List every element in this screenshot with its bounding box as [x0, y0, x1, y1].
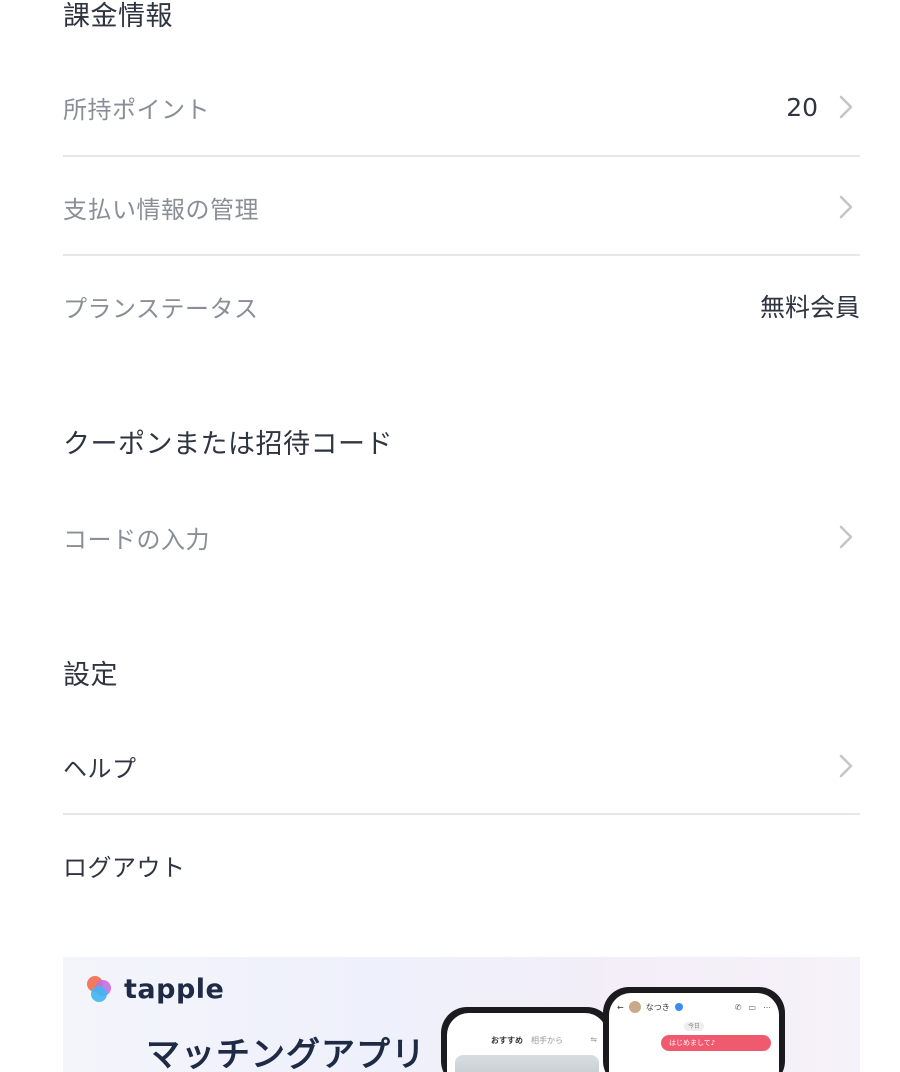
profile-card: [455, 1055, 599, 1072]
banner-headline: マッチングアプリ: [146, 1035, 426, 1072]
chat-partner-name: なつき: [645, 1002, 670, 1012]
plan-status-value: 無料会員: [759, 293, 860, 322]
phone-mockup-discover: おすすめ 相手から ⇋: [441, 1007, 613, 1072]
filter-icon: ⇋: [590, 1035, 597, 1044]
chevron-right-icon: [832, 523, 860, 551]
avatar: [628, 1001, 641, 1013]
video-call-icon: ▭: [748, 1002, 756, 1012]
help-row[interactable]: ヘルプ: [63, 716, 860, 816]
points-label: 所持ポイント: [63, 95, 210, 124]
tapple-logo: tapple: [84, 973, 224, 1005]
tapple-banner[interactable]: tapple マッチングアプリ おすすめ 相手から ⇋ ← なつき ✆ ▭ ⋯: [63, 957, 860, 1072]
points-value: 20: [786, 92, 818, 122]
tapple-brand-text: tapple: [124, 973, 225, 1005]
phone-tab-recommended: おすすめ: [491, 1036, 523, 1045]
phone-tab-from-others: 相手から: [531, 1036, 563, 1045]
code-input-label: コードの入力: [63, 525, 210, 554]
chat-bubble: はじめまして♪: [661, 1035, 771, 1051]
more-icon: ⋯: [763, 1002, 771, 1012]
chevron-right-icon: [832, 193, 860, 221]
code-input-row[interactable]: コードの入力: [63, 487, 860, 587]
points-row[interactable]: 所持ポイント 20: [63, 57, 860, 157]
verified-icon: [674, 1003, 683, 1011]
logout-row[interactable]: ログアウト: [63, 815, 860, 915]
help-label: ヘルプ: [63, 754, 137, 783]
chevron-right-icon: [832, 752, 860, 780]
phone-mockup-chat: ← なつき ✆ ▭ ⋯ 今日 はじめまして♪: [603, 987, 785, 1072]
coupon-section-title: クーポンまたは招待コード: [63, 429, 393, 460]
logout-label: ログアウト: [63, 853, 186, 882]
chevron-right-icon: [832, 93, 860, 121]
plan-status-row: プランステータス 無料会員: [63, 256, 860, 356]
chat-date: 今日: [683, 1022, 704, 1031]
plan-status-label: プランステータス: [63, 294, 259, 323]
phone-call-icon: ✆: [734, 1002, 742, 1012]
settings-section-title: 設定: [63, 660, 118, 691]
back-arrow-icon: ←: [617, 1002, 624, 1012]
tapple-logo-icon: [87, 976, 111, 1002]
payment-info-label: 支払い情報の管理: [63, 195, 259, 224]
billing-section-title: 課金情報: [63, 1, 173, 32]
payment-info-row[interactable]: 支払い情報の管理: [63, 157, 860, 257]
